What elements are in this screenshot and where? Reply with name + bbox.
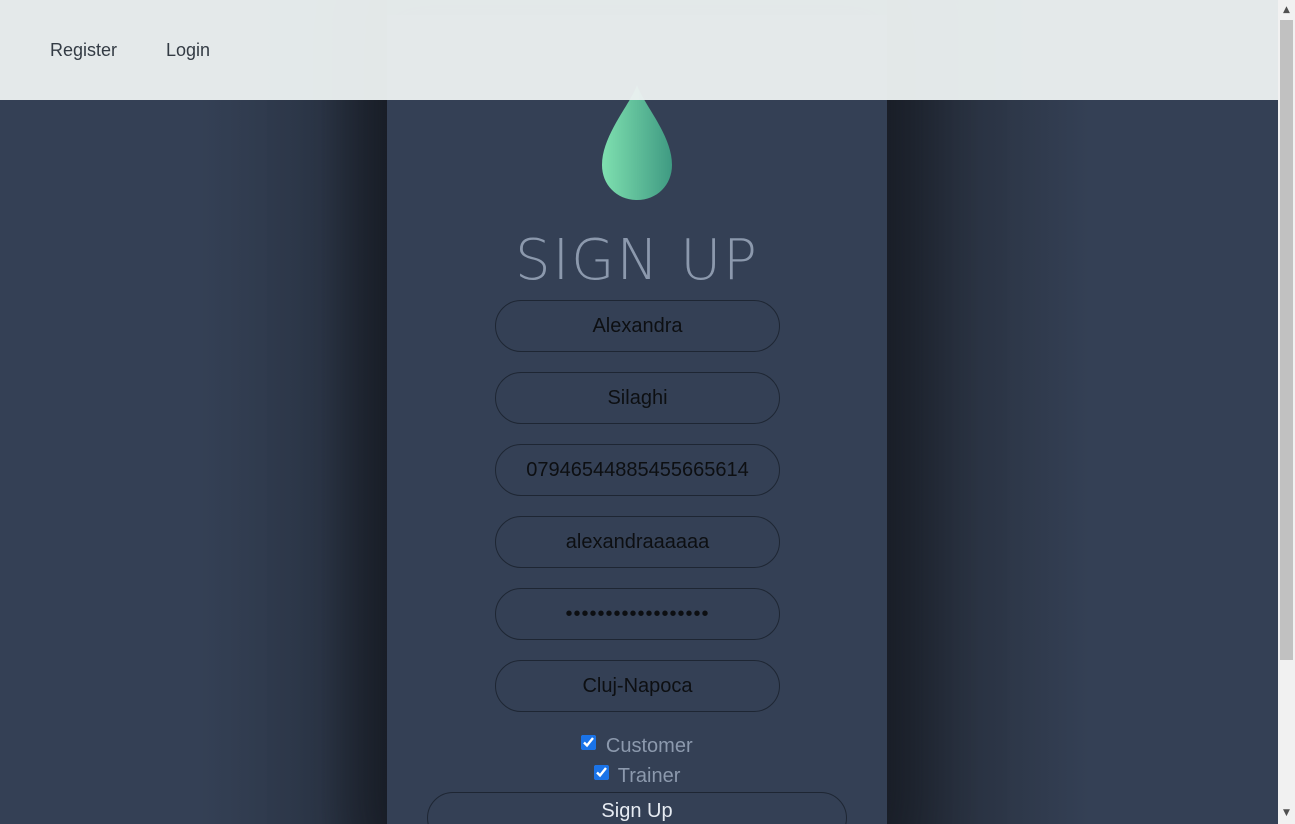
page-viewport: Register Login SIGN UP Customer Trainer … [0, 0, 1278, 824]
water-drop-icon [602, 85, 672, 200]
vertical-scrollbar[interactable]: ▲ ▼ [1278, 0, 1295, 824]
password-input[interactable] [495, 588, 780, 640]
sign-up-button[interactable]: Sign Up [427, 792, 847, 824]
scroll-up-arrow-icon[interactable]: ▲ [1278, 2, 1295, 19]
register-link[interactable]: Register [50, 40, 117, 61]
customer-option: Customer [387, 735, 887, 758]
scroll-thumb[interactable] [1280, 20, 1293, 660]
page-title: SIGN UP [515, 228, 759, 293]
customer-checkbox[interactable] [581, 735, 597, 750]
last-name-input[interactable] [495, 372, 780, 424]
phone-input[interactable] [495, 444, 780, 496]
login-link[interactable]: Login [166, 40, 210, 61]
username-input[interactable] [495, 516, 780, 568]
trainer-option: Trainer [387, 765, 887, 788]
sign-up-button-label: Sign Up [601, 800, 673, 822]
trainer-label[interactable]: Trainer [618, 765, 681, 787]
first-name-input[interactable] [495, 300, 780, 352]
trainer-checkbox[interactable] [593, 765, 609, 780]
scroll-down-arrow-icon[interactable]: ▼ [1278, 805, 1295, 822]
top-navbar: Register Login [0, 0, 1278, 100]
city-input[interactable] [495, 660, 780, 712]
customer-label[interactable]: Customer [606, 735, 693, 757]
